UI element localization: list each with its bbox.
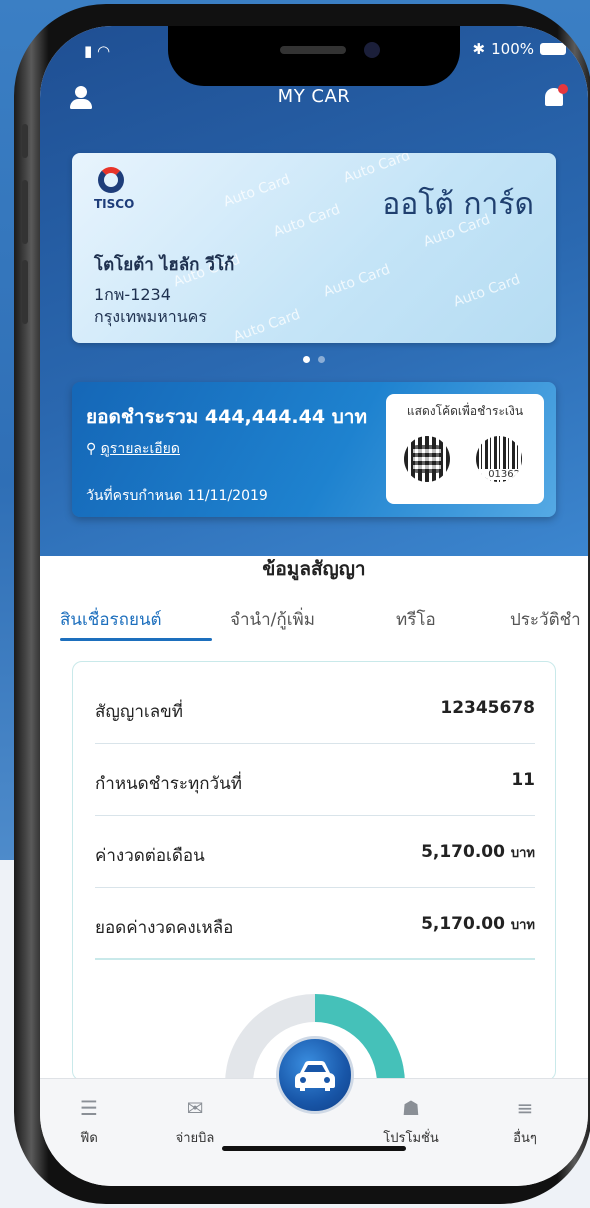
row-label: ค่างวดต่อเดือน — [95, 846, 205, 866]
row-label: กำหนดชำระทุกวันที่ — [95, 774, 242, 794]
nav-label: โปรโมชั่น — [383, 1131, 439, 1146]
row-value: 5,170.00 บาท — [421, 842, 535, 862]
nav-label: อื่นๆ — [513, 1131, 537, 1146]
nav-feed[interactable]: ☰ ฟีด — [44, 1097, 134, 1148]
phone-screen: ▮ ◠ ✱ 100% MY CAR Auto Card Auto Card Au… — [40, 26, 588, 1186]
bill-icon: ✉ — [186, 1096, 204, 1120]
card-title: ออโต้ การ์ด — [382, 187, 534, 222]
top-bar: MY CAR — [40, 82, 588, 122]
contract-row: ค่างวดต่อเดือน 5,170.00 บาท — [95, 816, 535, 888]
my-car-button[interactable] — [276, 1036, 354, 1114]
nav-more[interactable]: ≡ อื่นๆ — [480, 1097, 570, 1148]
home-indicator — [222, 1146, 406, 1151]
bag-icon: ☗ — [402, 1096, 420, 1120]
car-model: โตโยต้า ไฮลัก วีโก้ — [94, 255, 235, 275]
row-label: ยอดค่างวดคงเหลือ — [95, 918, 234, 938]
battery-percent: 100% — [491, 40, 534, 58]
status-right: ✱ 100% — [473, 40, 566, 58]
total-label: ยอดชำระรวม — [86, 406, 199, 428]
total-unit: บาท — [331, 406, 367, 428]
auto-card[interactable]: Auto Card Auto Card Auto Card Auto Card … — [72, 153, 556, 343]
page-title: MY CAR — [277, 86, 351, 107]
barcode-number: 01362 — [476, 469, 522, 480]
active-tab-indicator — [60, 638, 212, 641]
province: กรุงเทพมหานคร — [94, 307, 207, 326]
show-payment-code-button[interactable]: แสดงโค้ดเพื่อชำระเงิน 01362 — [386, 394, 544, 504]
speaker — [280, 46, 346, 54]
section-title: ข้อมูลสัญญา — [262, 558, 366, 580]
card-watermark: Auto Card — [221, 171, 293, 211]
tisco-logo: TISCO — [94, 167, 134, 219]
battery-icon — [540, 43, 566, 55]
nav-label: จ่ายบิล — [175, 1131, 215, 1146]
contract-row: สัญญาเลขที่ 12345678 — [95, 672, 535, 744]
mute-switch — [22, 124, 28, 158]
contract-row: ยอดค่างวดคงเหลือ 5,170.00 บาท — [95, 888, 535, 960]
notch — [168, 26, 460, 86]
card-watermark: Auto Card — [321, 261, 393, 301]
payment-summary: ยอดชำระรวม 444,444.44 บาท ⚲ ดูรายละเอียด… — [72, 382, 556, 517]
nav-pay-bill[interactable]: ✉ จ่ายบิล — [150, 1097, 240, 1148]
row-value: 5,170.00 บาท — [421, 914, 535, 934]
nav-label: ฟีด — [80, 1131, 98, 1146]
carousel-dot[interactable] — [318, 356, 325, 363]
tab-car-loan[interactable]: สินเชื่อรถยนต์ — [60, 606, 162, 633]
detail-link-text: ดูรายละเอียด — [100, 441, 180, 457]
qr-code-icon — [404, 436, 450, 482]
contract-tabs: สินเชื่อรถยนต์ จำนำ/กู้เพิ่ม ทรีโอ ประวั… — [40, 606, 588, 646]
menu-icon: ≡ — [516, 1096, 534, 1120]
row-label: สัญญาเลขที่ — [95, 702, 183, 722]
row-value: 11 — [511, 770, 535, 790]
feed-icon: ☰ — [80, 1096, 98, 1120]
nav-promotion[interactable]: ☗ โปรโมชั่น — [366, 1097, 456, 1148]
tab-trio[interactable]: ทรีโอ — [396, 606, 436, 633]
tab-history[interactable]: ประวัติชำ — [510, 606, 581, 633]
notification-bell-icon[interactable] — [542, 84, 568, 110]
car-icon — [295, 1061, 335, 1091]
volume-down-button — [22, 260, 28, 324]
signal-wifi-icon: ▮ ◠ — [84, 42, 111, 60]
bluetooth-icon: ✱ — [472, 40, 486, 58]
carousel-dot[interactable] — [303, 356, 310, 363]
card-watermark: Auto Card — [271, 201, 343, 241]
front-camera — [364, 42, 380, 58]
tab-pawn[interactable]: จำนำ/กู้เพิ่ม — [230, 606, 315, 633]
card-watermark: Auto Card — [231, 306, 303, 343]
carousel-dots — [40, 356, 588, 363]
row-value: 12345678 — [440, 698, 535, 718]
card-watermark: Auto Card — [451, 271, 523, 311]
contract-row: กำหนดชำระทุกวันที่ 11 — [95, 744, 535, 816]
payment-code-label: แสดงโค้ดเพื่อชำระเงิน — [406, 404, 524, 418]
notification-dot — [558, 84, 568, 94]
search-icon: ⚲ — [86, 441, 101, 457]
barcode-icon: 01362 — [476, 436, 522, 482]
volume-up-button — [22, 180, 28, 244]
total-amount: 444,444.44 — [204, 406, 326, 428]
total-payment: ยอดชำระรวม 444,444.44 บาท — [86, 402, 367, 432]
view-detail-link[interactable]: ⚲ ดูรายละเอียด — [86, 438, 180, 460]
due-date: วันที่ครบกำหนด 11/11/2019 — [86, 488, 268, 504]
